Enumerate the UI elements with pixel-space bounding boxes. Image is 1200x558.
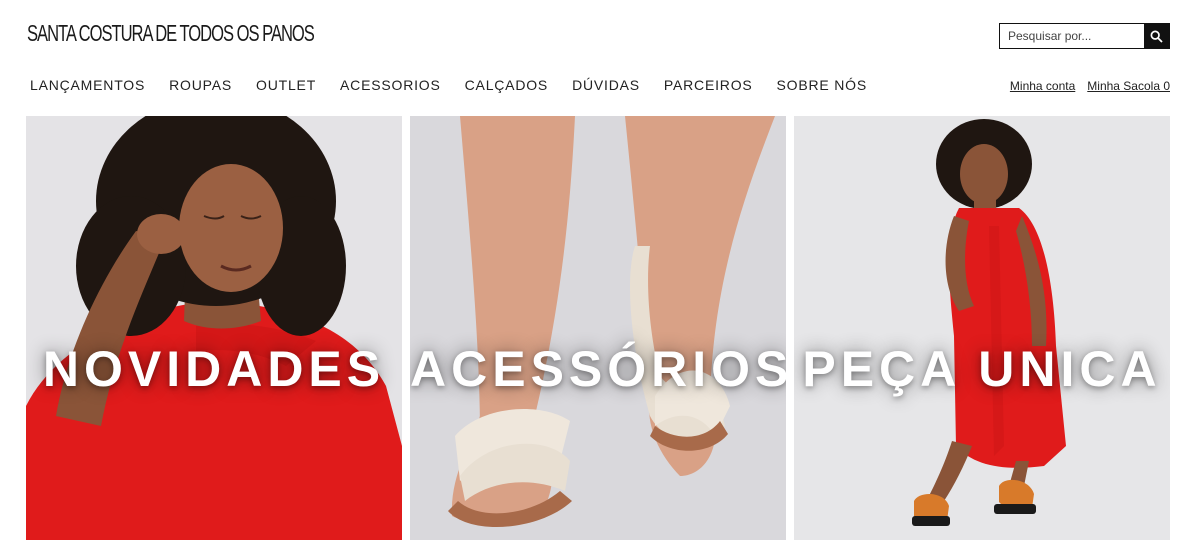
nav-item-outlet[interactable]: OUTLET [256,77,316,93]
nav-item-roupas[interactable]: ROUPAS [169,77,232,93]
nav-item-sobre-nos[interactable]: SOBRE NÓS [777,77,867,93]
search-input[interactable] [1000,24,1144,48]
nav-item-lancamentos[interactable]: LANÇAMENTOS [30,77,145,93]
sandals-photo [410,116,786,540]
banner-title: NOVIDADES [42,341,386,397]
model-red-dress-photo [794,116,1170,540]
model-red-top-photo [26,116,402,540]
my-account-link[interactable]: Minha conta [1010,79,1075,93]
nav-item-acessorios[interactable]: ACESSORIOS [340,77,441,93]
banner-title: PEÇA UNICA [802,341,1162,397]
account-links: Minha conta Minha Sacola 0 [1010,79,1170,93]
brand-logo[interactable]: SANTA COSTURA DE TODOS OS PANOS [27,20,315,47]
search-icon [1150,30,1163,43]
nav-item-calcados[interactable]: CALÇADOS [465,77,548,93]
main-nav: LANÇAMENTOS ROUPAS OUTLET ACESSORIOS CAL… [30,77,891,93]
banner-acessorios[interactable]: ACESSÓRIOS [410,116,786,540]
shopping-bag-link[interactable]: Minha Sacola 0 [1087,79,1170,93]
banner-novidades[interactable]: NOVIDADES [26,116,402,540]
search-button[interactable] [1144,24,1169,48]
category-banners: NOVIDADES ACESSÓRIOS PEÇA UNICA [26,116,1170,540]
search-bar [999,23,1170,49]
nav-item-duvidas[interactable]: DÚVIDAS [572,77,640,93]
nav-item-parceiros[interactable]: PARCEIROS [664,77,753,93]
banner-peca-unica[interactable]: PEÇA UNICA [794,116,1170,540]
banner-title: ACESSÓRIOS [410,341,786,397]
